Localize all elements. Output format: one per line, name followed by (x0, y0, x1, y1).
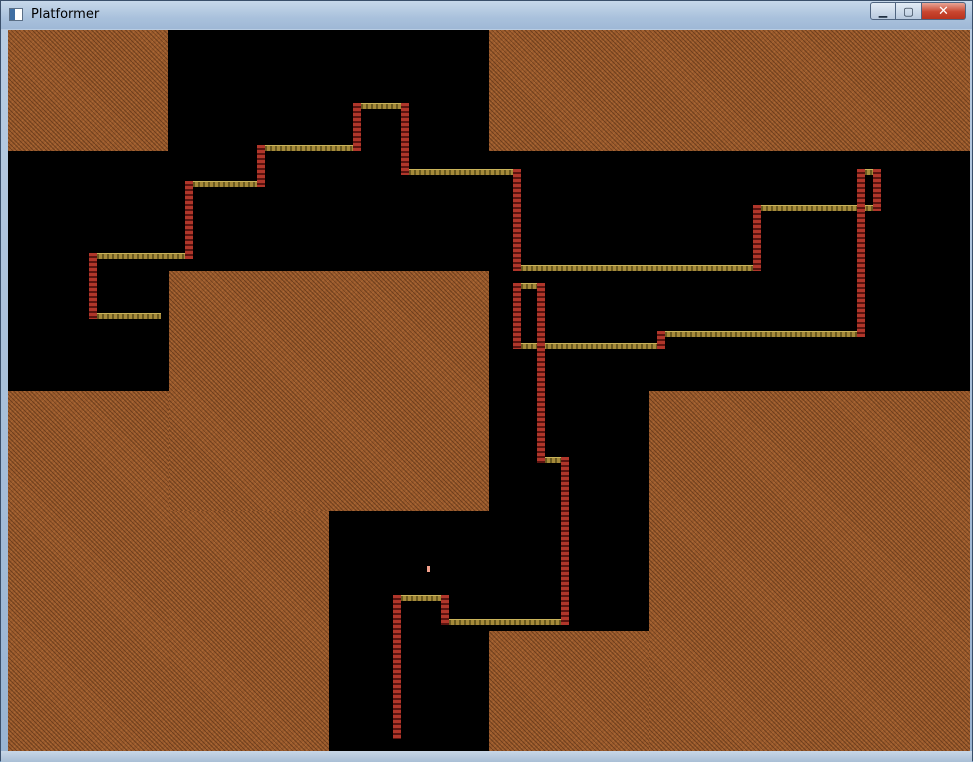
ladder (561, 457, 569, 625)
dirt-block-top-right (489, 30, 970, 151)
dirt-block-bottom-middle (489, 631, 649, 751)
ladder (513, 169, 521, 271)
platform (353, 103, 407, 109)
platform (185, 181, 265, 187)
ladder (873, 169, 881, 211)
platform (257, 145, 361, 151)
ladder (89, 253, 97, 319)
ladder (753, 205, 761, 271)
platform (401, 169, 521, 175)
platform (513, 265, 761, 271)
maximize-button[interactable]: ▢ (896, 2, 922, 20)
caption-buttons: ▁ ▢ ✕ (870, 2, 966, 20)
dirt-block-center (169, 271, 489, 511)
ladder (657, 331, 665, 349)
minimize-button[interactable]: ▁ (870, 2, 896, 20)
dirt-block-left-lower (8, 391, 169, 751)
game-canvas[interactable] (8, 30, 970, 751)
ladder (513, 283, 521, 349)
game-window: Platformer ▁ ▢ ✕ (0, 0, 973, 762)
app-icon[interactable] (9, 8, 23, 21)
ladder (257, 145, 265, 187)
platform (89, 253, 193, 259)
platform (89, 313, 161, 319)
ladder (401, 103, 409, 175)
dirt-block-center-lower (169, 511, 329, 751)
ladder (185, 181, 193, 259)
ladder (857, 169, 865, 337)
platform (513, 343, 665, 349)
title-bar[interactable]: Platformer ▁ ▢ ✕ (1, 1, 972, 29)
dirt-block-right-lower (649, 391, 970, 751)
platform (441, 619, 569, 625)
window-bottom-frame (1, 751, 972, 762)
close-button[interactable]: ✕ (922, 2, 966, 20)
window-title: Platformer (31, 7, 100, 22)
player-sprite (427, 566, 430, 572)
ladder (441, 595, 449, 625)
ladder (353, 103, 361, 151)
ladder (393, 595, 401, 739)
dirt-block-top-left (8, 30, 168, 151)
ladder (537, 283, 545, 463)
platform (657, 331, 865, 337)
